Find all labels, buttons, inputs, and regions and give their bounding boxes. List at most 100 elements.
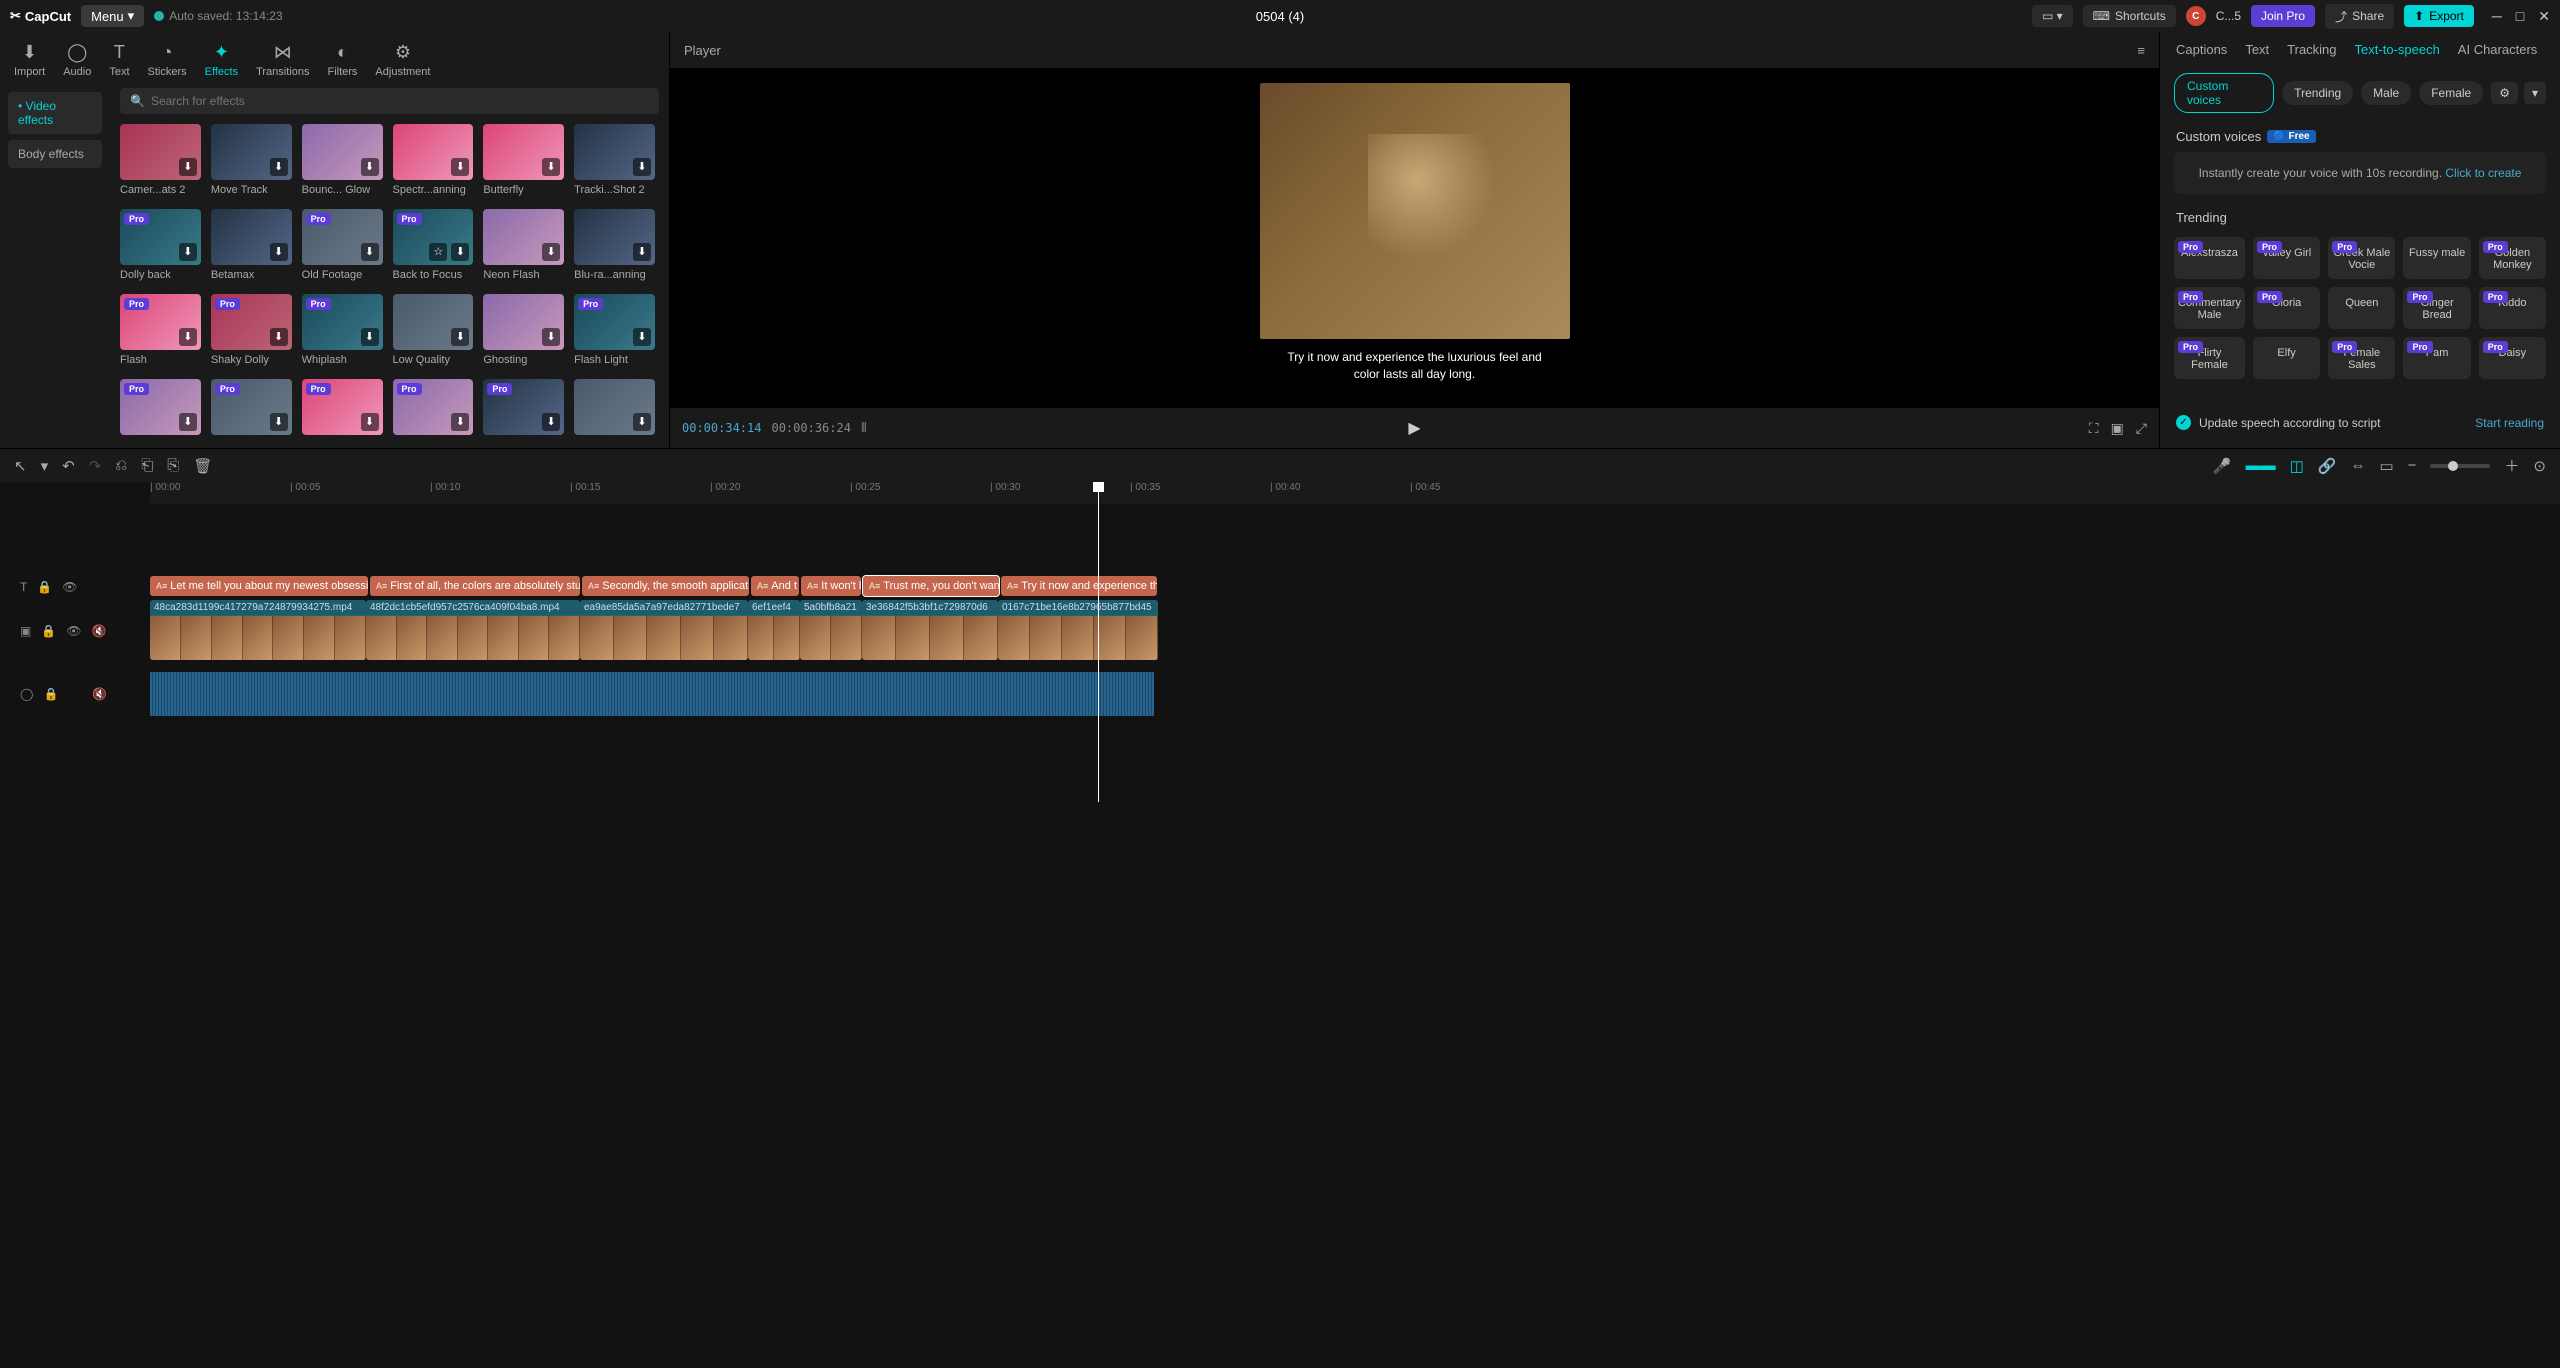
video-clip[interactable]: 6ef1eef4 [748, 600, 800, 660]
library-tab-stickers[interactable]: ◔Stickers [148, 38, 187, 82]
effect-item[interactable]: Pro⬇Old Footage [302, 209, 383, 284]
inspector-tab[interactable]: Captions [2176, 42, 2227, 57]
fullscreen-icon[interactable]: ⤢ [2136, 420, 2147, 437]
eye-icon[interactable]: 👁 [62, 580, 77, 594]
magnet-on-icon[interactable]: ▬▬ [2246, 457, 2276, 474]
zoom-out-icon[interactable]: − [2408, 457, 2417, 474]
user-avatar[interactable]: C [2186, 6, 2206, 26]
eye-icon[interactable]: 👁 [66, 624, 81, 638]
maximize-icon[interactable]: □ [2516, 8, 2524, 25]
text-clip[interactable]: Trust me, you don't wan [863, 576, 999, 596]
split-left-tool[interactable]: ⎗ [141, 457, 153, 474]
voice-item[interactable]: ProFemale Sales [2328, 337, 2395, 379]
inspector-tab[interactable]: Tracking [2287, 42, 2336, 57]
voice-item[interactable]: ProDaisy [2479, 337, 2546, 379]
pointer-dropdown[interactable]: ▾ [41, 457, 49, 475]
ripple-icon[interactable]: ⇔ [2350, 457, 2365, 474]
effect-item[interactable]: ⬇Spectr...anning [393, 124, 474, 199]
effect-item[interactable]: Pro⬇Whiplash [302, 294, 383, 369]
effect-item[interactable]: ⬇Ghosting [483, 294, 564, 369]
text-clip[interactable]: It won't b [801, 576, 861, 596]
export-button[interactable]: ⬆ Export [2404, 5, 2474, 27]
text-clip[interactable]: First of all, the colors are absolutely … [370, 576, 580, 596]
voice-category[interactable]: Custom voices [2174, 73, 2274, 113]
text-clip[interactable]: Let me tell you about my newest obsessio [150, 576, 368, 596]
mute-icon[interactable]: 🔇 [92, 624, 107, 638]
effect-item[interactable]: ⬇Bounc... Glow [302, 124, 383, 199]
redo-button[interactable]: ↷ [89, 457, 102, 475]
video-clip[interactable]: 5a0bfb8a21 [800, 600, 862, 660]
checkmark-icon[interactable]: ✓ [2176, 415, 2191, 430]
voice-item[interactable]: ProValley Girl [2253, 237, 2320, 279]
inspector-tab[interactable]: AI Characters [2458, 42, 2537, 57]
link-icon[interactable]: 🔗 [2318, 457, 2337, 475]
zoom-slider[interactable] [2430, 464, 2490, 468]
pointer-tool[interactable]: ↖ [14, 457, 27, 475]
download-icon[interactable]: ⬇ [179, 328, 197, 346]
effect-item[interactable]: Pro⬇Flash [120, 294, 201, 369]
download-icon[interactable]: ⬇ [451, 158, 469, 176]
library-tab-filters[interactable]: ◐Filters [327, 38, 357, 82]
download-icon[interactable]: ⬇ [633, 328, 651, 346]
shortcuts-button[interactable]: ⌨ Shortcuts [2083, 5, 2176, 27]
video-clip[interactable]: 48f2dc1cb5efd957c2576ca409f04ba8.mp4 [366, 600, 580, 660]
video-clip[interactable]: 0167c71be16e8b27965b877bd45 [998, 600, 1158, 660]
download-icon[interactable]: ⬇ [633, 413, 651, 431]
download-icon[interactable]: ⬇ [633, 158, 651, 176]
minimize-icon[interactable]: ─ [2492, 8, 2502, 25]
library-tab-audio[interactable]: ◯Audio [63, 38, 91, 82]
effect-item[interactable]: ⬇Move Track [211, 124, 292, 199]
link-preview-icon[interactable]: ◫ [2290, 457, 2304, 475]
mic-icon[interactable]: 🎤 [2213, 457, 2232, 475]
menu-button[interactable]: Menu ▾ [81, 5, 144, 27]
inspector-tab[interactable]: Text [2245, 42, 2269, 57]
zoom-in-icon[interactable]: ＋ [2504, 455, 2519, 476]
download-icon[interactable]: ⬇ [179, 243, 197, 261]
play-button[interactable]: ▶ [1408, 418, 1420, 438]
undo-button[interactable]: ↶ [62, 457, 75, 475]
download-icon[interactable]: ⬇ [270, 158, 288, 176]
effect-item[interactable]: Pro⬇ [483, 379, 564, 442]
effect-item[interactable]: ⬇Low Quality [393, 294, 474, 369]
effect-item[interactable]: Pro⬇ [120, 379, 201, 442]
filter-icon[interactable]: ⚙ [2491, 82, 2518, 104]
voice-item[interactable]: ProGinger Bread [2403, 287, 2470, 329]
audio-clip[interactable] [150, 672, 1154, 716]
zoom-fit-icon[interactable]: ⊙ [2533, 457, 2546, 475]
video-clip[interactable]: 3e36842f5b3bf1c729870d6 [862, 600, 998, 660]
voice-item[interactable]: ProKiddo [2479, 287, 2546, 329]
library-tab-effects[interactable]: ✦Effects [205, 38, 238, 82]
library-category[interactable]: • Video effects [8, 92, 102, 134]
lock-icon[interactable]: 🔒 [41, 624, 56, 638]
split-right-tool[interactable]: ⎘ [167, 457, 179, 474]
voice-item[interactable]: Queen [2328, 287, 2395, 329]
download-icon[interactable]: ⬇ [542, 243, 560, 261]
library-category[interactable]: Body effects [8, 140, 102, 168]
download-icon[interactable]: ⬇ [542, 413, 560, 431]
voice-item[interactable]: ProCommentary Male [2174, 287, 2245, 329]
delete-tool[interactable]: 🗑 [193, 457, 212, 475]
download-icon[interactable]: ⬇ [270, 243, 288, 261]
marker-icon[interactable]: ▭ [2379, 457, 2393, 475]
library-tab-import[interactable]: ⬇Import [14, 38, 45, 82]
download-icon[interactable]: ⬇ [542, 328, 560, 346]
effect-item[interactable]: ⬇Neon Flash [483, 209, 564, 284]
scale-icon[interactable]: ⛶ [2089, 420, 2099, 437]
download-icon[interactable]: ⬇ [451, 243, 469, 261]
voice-item[interactable]: ProGolden Monkey [2479, 237, 2546, 279]
video-clip[interactable]: ea9ae85da5a7a97eda82771bede7 [580, 600, 748, 660]
bars-icon[interactable]: ⦀ [861, 420, 867, 436]
video-preview[interactable] [1260, 83, 1570, 339]
playhead[interactable] [1098, 482, 1099, 802]
effect-item[interactable]: Pro⬇Flash Light [574, 294, 655, 369]
voice-item[interactable]: ProFlirty Female [2174, 337, 2245, 379]
mute-icon[interactable]: 🔇 [92, 687, 107, 701]
voice-category[interactable]: Trending [2282, 81, 2353, 105]
download-icon[interactable]: ⬇ [361, 243, 379, 261]
click-to-create-link[interactable]: Click to create [2445, 166, 2521, 180]
voice-category[interactable]: Male [2361, 81, 2411, 105]
download-icon[interactable]: ⬇ [633, 243, 651, 261]
video-clip[interactable]: 48ca283d1199c417279a724879934275.mp4 [150, 600, 366, 660]
effect-item[interactable]: Pro⬇ [211, 379, 292, 442]
lock-icon[interactable]: 🔒 [43, 687, 58, 701]
